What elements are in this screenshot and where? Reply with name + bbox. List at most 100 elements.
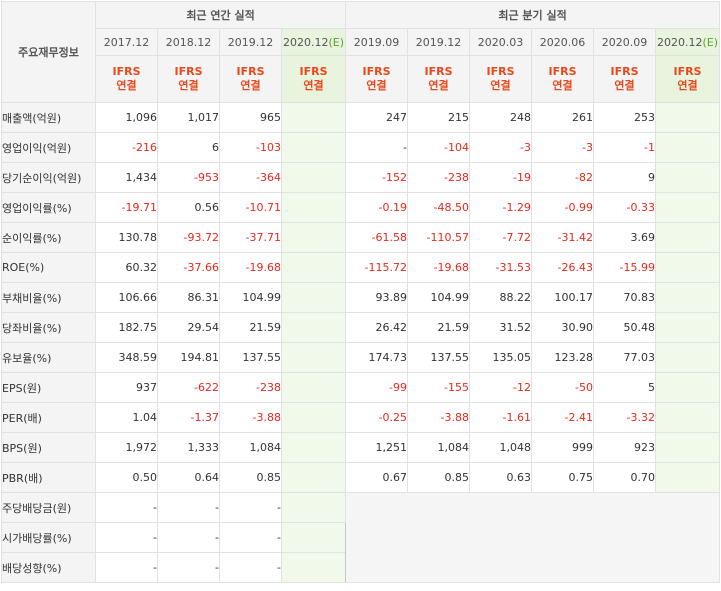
row-label: 주당배당금(원) — [1, 492, 96, 523]
annual-value-cell — [280, 222, 347, 253]
annual-value-cell: 965 — [219, 102, 282, 133]
quarterly-value-cell: -31.53 — [469, 252, 533, 283]
estimate-tag: (E) — [328, 35, 345, 49]
period-header-annual: 2018.12 — [157, 28, 220, 56]
quarterly-value-cell: 137.55 — [407, 342, 471, 373]
annual-value-cell: - — [95, 522, 158, 553]
quarterly-value-cell: 923 — [593, 432, 657, 463]
annual-value-cell: 104.99 — [219, 282, 282, 313]
quarterly-value-cell: 0.70 — [593, 462, 657, 493]
consolidated-label: 연결 — [428, 79, 449, 92]
annual-value-cell: - — [219, 522, 282, 553]
annual-value-cell: -238 — [219, 372, 282, 403]
quarterly-value-cell: -115.72 — [345, 252, 409, 283]
annual-value-cell — [280, 402, 347, 433]
quarterly-value-cell: 135.05 — [469, 342, 533, 373]
row-label: 당기순이익(억원) — [1, 162, 96, 193]
consolidated-label: 연결 — [677, 79, 698, 92]
row-label: 당좌비율(%) — [1, 312, 96, 343]
quarterly-value-cell — [655, 342, 721, 373]
quarterly-value-cell — [655, 402, 721, 433]
ifrs-consolidated-badge: IFRS 연결 — [280, 55, 347, 103]
annual-value-cell: -364 — [219, 162, 282, 193]
ifrs-label: IFRS — [299, 65, 328, 78]
table-row: ROE(%) 60.32 -37.66 -19.68 -115.72 -19.68 -31.… — [1, 252, 721, 283]
ifrs-consolidated-badge: IFRS 연결 — [531, 55, 595, 103]
quarterly-value-cell: 50.48 — [593, 312, 657, 343]
annual-value-cell: 137.55 — [219, 342, 282, 373]
period-label: 2017.12 — [103, 35, 150, 49]
ifrs-consolidated-badge: IFRS 연결 — [593, 55, 657, 103]
table-row: EPS(원) 937 -622 -238 -99 -155 -12 -50 5 — [1, 372, 721, 403]
ifrs-consolidated-badge: IFRS 연결 — [157, 55, 220, 103]
annual-value-cell — [280, 282, 347, 313]
annual-value-cell: -37.66 — [157, 252, 220, 283]
row-label: 시가배당률(%) — [1, 522, 96, 553]
annual-value-cell: 21.59 — [219, 312, 282, 343]
quarterly-value-cell: 1,084 — [407, 432, 471, 463]
annual-value-cell — [280, 132, 347, 163]
period-header-annual: 2019.12 — [219, 28, 282, 56]
row-label: 배당성향(%) — [1, 552, 96, 583]
quarterly-value-cell: 0.63 — [469, 462, 533, 493]
ifrs-label: IFRS — [362, 65, 391, 78]
annual-group-header: 최근 연간 실적 — [94, 1, 347, 29]
annual-value-cell — [280, 252, 347, 283]
annual-value-cell: 86.31 — [157, 282, 220, 313]
annual-value-cell: -19.68 — [219, 252, 282, 283]
quarterly-value-cell: -3 — [531, 132, 595, 163]
row-label: EPS(원) — [1, 372, 96, 403]
quarterly-value-cell: 77.03 — [593, 342, 657, 373]
period-label: 2020.06 — [539, 35, 586, 49]
quarterly-value-cell: 1,251 — [345, 432, 409, 463]
consolidated-label: 연결 — [178, 79, 199, 92]
ifrs-label: IFRS — [486, 65, 515, 78]
table-row: 주당배당금(원) - - - — [1, 492, 721, 583]
quarterly-value-cell: -3.88 — [407, 402, 471, 433]
ifrs-consolidated-badge: IFRS 연결 — [655, 55, 721, 103]
quarterly-value-cell — [655, 222, 721, 253]
period-header-quarterly: 2020.09 — [593, 28, 657, 56]
quarterly-value-cell: -0.99 — [531, 192, 595, 223]
row-label: BPS(원) — [1, 432, 96, 463]
row-label: 영업이익률(%) — [1, 192, 96, 223]
annual-value-cell: -37.71 — [219, 222, 282, 253]
ifrs-consolidated-badge: IFRS 연결 — [407, 55, 471, 103]
quarterly-group-header: 최근 분기 실적 — [345, 1, 721, 29]
annual-value-cell: 1,017 — [157, 102, 220, 133]
table-row: 매출액(억원) 1,096 1,017 965 247 215 248 261 253 — [1, 102, 721, 133]
ifrs-label: IFRS — [112, 65, 141, 78]
row-label: 매출액(억원) — [1, 102, 96, 133]
quarterly-value-cell: -238 — [407, 162, 471, 193]
quarterly-value-cell — [655, 462, 721, 493]
ifrs-label: IFRS — [673, 65, 702, 78]
annual-value-cell: 106.66 — [95, 282, 158, 313]
quarterly-value-cell: -3.32 — [593, 402, 657, 433]
quarterly-value-cell — [655, 312, 721, 343]
annual-value-cell: 1.04 — [95, 402, 158, 433]
row-label: PER(배) — [1, 402, 96, 433]
row-label: ROE(%) — [1, 252, 96, 283]
quarterly-value-cell: 104.99 — [407, 282, 471, 313]
ifrs-consolidated-badge: IFRS 연결 — [469, 55, 533, 103]
quarterly-value-cell: -104 — [407, 132, 471, 163]
quarterly-value-cell — [655, 102, 721, 133]
annual-value-cell — [280, 312, 347, 343]
quarterly-value-cell: 215 — [407, 102, 471, 133]
row-label: 영업이익(억원) — [1, 132, 96, 163]
annual-value-cell: - — [157, 522, 220, 553]
annual-value-cell — [280, 342, 347, 373]
quarterly-value-cell — [655, 252, 721, 283]
quarterly-value-cell: 0.85 — [407, 462, 471, 493]
consolidated-label: 연결 — [552, 79, 573, 92]
annual-value-cell: 29.54 — [157, 312, 220, 343]
quarterly-value-cell: 248 — [469, 102, 533, 133]
consolidated-label: 연결 — [116, 79, 137, 92]
period-header-quarterly: 2020.03 — [469, 28, 533, 56]
period-header-quarterly: 2020.12(E) — [655, 28, 721, 56]
annual-value-cell: -216 — [95, 132, 158, 163]
quarterly-value-cell: 0.67 — [345, 462, 409, 493]
period-header-quarterly: 2020.06 — [531, 28, 595, 56]
period-label: 2019.09 — [353, 35, 400, 49]
ifrs-label: IFRS — [236, 65, 265, 78]
